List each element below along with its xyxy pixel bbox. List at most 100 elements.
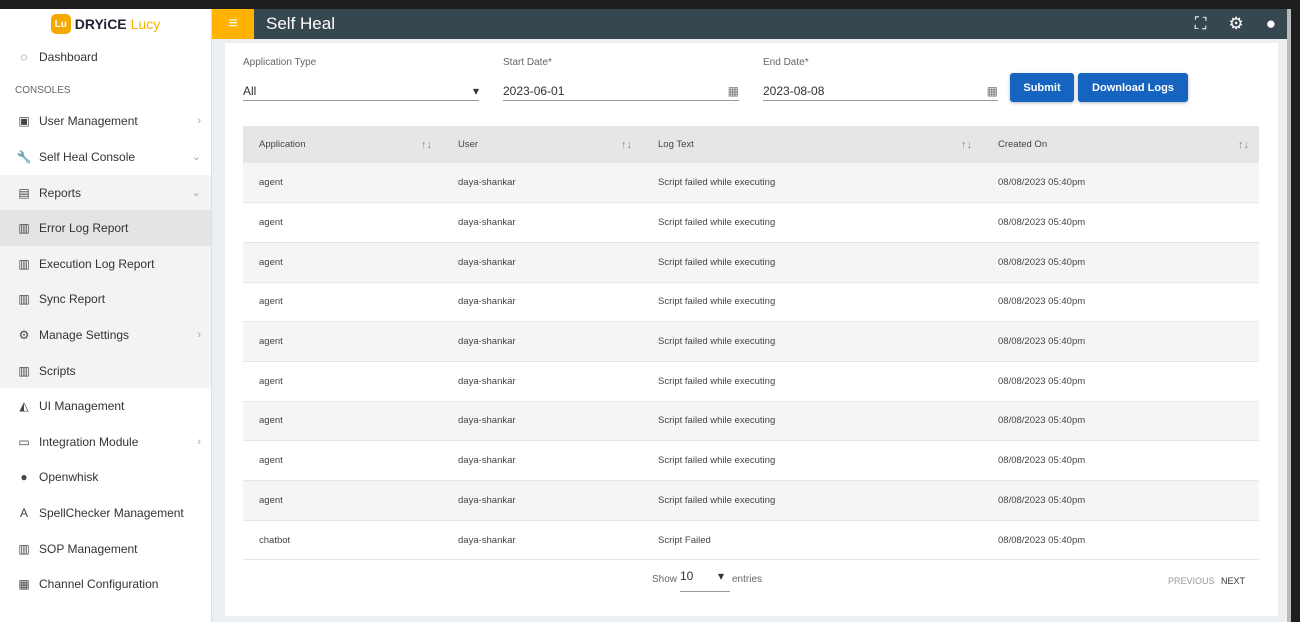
table-cell: daya-shankar (442, 401, 642, 442)
menu-toggle-button[interactable]: ≡ (212, 9, 254, 39)
table-cell: agent (243, 282, 442, 323)
file-icon: ▤ (18, 185, 30, 200)
chevron-icon: › (197, 115, 201, 128)
user-icon: ▣ (18, 114, 30, 129)
sort-icon[interactable]: ↑↓ (421, 139, 432, 151)
table-cell: chatbot (243, 520, 442, 561)
table-row[interactable]: agent daya-shankar Script failed while exe… (243, 361, 1259, 402)
sidebar-item-sync-report[interactable]: ▥ Sync Report (0, 281, 211, 318)
download-logs-button[interactable]: Download Logs (1078, 73, 1188, 102)
sidebar-item-reports[interactable]: ▤ Reports ⌄ (0, 174, 211, 211)
table-cell: daya-shankar (442, 202, 642, 243)
sidebar-item-label: SpellChecker Management (39, 505, 184, 520)
page-size-select[interactable]: 10 ▾ (680, 569, 730, 592)
table-cell: daya-shankar (442, 361, 642, 402)
previous-button[interactable]: PREVIOUS (1168, 576, 1215, 586)
end-date-input[interactable]: End Date* 2023-08-08 ▦ (763, 57, 998, 101)
table-row[interactable]: chatbot daya-shankar Script Failed 08/08/20… (243, 520, 1259, 561)
table-cell: daya-shankar (442, 440, 642, 481)
table-row[interactable]: agent daya-shankar Script failed while exe… (243, 242, 1259, 283)
dashboard-icon: ◌ (20, 49, 28, 64)
clipboard-icon: ▥ (18, 221, 30, 236)
table-cell: agent (243, 321, 442, 362)
sidebar-item-self-heal-console[interactable]: 🔧 Self Heal Console ⌄ (0, 139, 211, 175)
fullscreen-icon[interactable]: ⛶ (1195, 14, 1207, 34)
spellcheck-icon: A (19, 505, 28, 520)
table-row[interactable]: agent daya-shankar Script failed while exe… (243, 163, 1259, 204)
calendar-icon[interactable]: ▦ (728, 84, 739, 98)
sidebar-item-ui-management[interactable]: ◭ UI Management (0, 388, 211, 424)
start-date-input[interactable]: Start Date* 2023-06-01 ▦ (503, 57, 739, 101)
sidebar-item-label: Dashboard (39, 49, 98, 64)
account-icon[interactable]: ● (1266, 14, 1276, 34)
wrench-icon: 🔧 (16, 149, 32, 164)
table-row[interactable]: agent daya-shankar Script failed while exe… (243, 321, 1259, 362)
column-header[interactable]: Application ↑↓ (243, 126, 442, 163)
chevron-icon: › (197, 328, 201, 341)
table-cell: 08/08/2023 05:40pm (982, 242, 1259, 283)
table-cell: agent (243, 163, 442, 204)
application-type-select[interactable]: Application Type All ▾ (243, 57, 479, 101)
sidebar-item-label: SOP Management (39, 541, 138, 556)
table-cell: Script failed while executing (642, 202, 982, 243)
sidebar-item-scripts[interactable]: ▥ Scripts (0, 352, 211, 389)
clipboard-icon: ▥ (18, 363, 30, 378)
sidebar-item-error-log-report[interactable]: ▥ Error Log Report (0, 210, 211, 246)
gear-icon[interactable]: ⚙ (1228, 14, 1243, 34)
top-bar: ≡ Self Heal ⛶ ⚙ ● (212, 9, 1290, 39)
column-header[interactable]: User ↑↓ (442, 126, 642, 163)
table-cell: 08/08/2023 05:40pm (982, 282, 1259, 323)
sidebar-item-openwhisk[interactable]: ● Openwhisk (0, 460, 211, 496)
chevron-icon: › (197, 435, 201, 448)
sidebar: Lu DRYiCE Lucy ◌ Dashboard CONSOLES ▣ User Man… (0, 9, 212, 622)
brand-logo: Lu DRYiCE Lucy (0, 9, 211, 39)
sidebar-item-execution-log-report[interactable]: ▥ Execution Log Report (0, 245, 211, 282)
sidebar-item-label: Error Log Report (39, 221, 129, 236)
sort-icon[interactable]: ↑↓ (961, 139, 972, 151)
table-row[interactable]: agent daya-shankar Script failed while exe… (243, 401, 1259, 442)
sidebar-item-integration-module[interactable]: ▭ Integration Module › (0, 424, 211, 460)
table-cell: daya-shankar (442, 282, 642, 323)
grid-icon: ▦ (18, 577, 30, 592)
table-cell: agent (243, 242, 442, 283)
submit-button[interactable]: Submit (1010, 73, 1074, 102)
sidebar-item-spellchecker-management[interactable]: A SpellChecker Management (0, 495, 211, 531)
table-row[interactable]: agent daya-shankar Script failed while exe… (243, 440, 1259, 481)
table-cell: 08/08/2023 05:40pm (982, 480, 1259, 521)
column-header[interactable]: Log Text ↑↓ (642, 126, 982, 163)
sidebar-item-user-management[interactable]: ▣ User Management › (0, 104, 211, 140)
sidebar-item-dashboard[interactable]: ◌ Dashboard (0, 39, 211, 75)
table-row[interactable]: agent daya-shankar Script failed while exe… (243, 282, 1259, 323)
column-header[interactable]: Created On ↑↓ (982, 126, 1259, 163)
sort-icon[interactable]: ↑↓ (1238, 139, 1249, 151)
table-cell: Script failed while executing (642, 440, 982, 481)
chevron-icon: ⌄ (191, 187, 201, 200)
sidebar-item-sop-management[interactable]: ▥ SOP Management (0, 531, 211, 567)
sidebar-item-label: Scripts (39, 363, 76, 378)
gear-icon: ⚙ (18, 327, 30, 342)
chevron-icon: ⌄ (191, 151, 201, 164)
sidebar-item-channel-configuration[interactable]: ▦ Channel Configuration (0, 566, 211, 602)
table-cell: 08/08/2023 05:40pm (982, 163, 1259, 204)
table-cell: daya-shankar (442, 163, 642, 204)
section-heading: CONSOLES (15, 84, 71, 96)
table-cell: daya-shankar (442, 242, 642, 283)
sort-icon[interactable]: ↑↓ (621, 139, 632, 151)
paint-icon: ◭ (19, 399, 29, 414)
table-cell: 08/08/2023 05:40pm (982, 520, 1259, 561)
scrollbar[interactable] (1287, 9, 1291, 622)
table-cell: 08/08/2023 05:40pm (982, 361, 1259, 402)
table-cell: agent (243, 440, 442, 481)
table-row[interactable]: agent daya-shankar Script failed while exe… (243, 202, 1259, 243)
sidebar-item-label: Channel Configuration (39, 577, 159, 592)
table-cell: daya-shankar (442, 321, 642, 362)
log-table: Application ↑↓ User ↑↓ Log Text ↑↓ Created On ↑… (243, 126, 1259, 561)
sidebar-item-manage-settings[interactable]: ⚙ Manage Settings › (0, 317, 211, 353)
sidebar-item-label: Integration Module (39, 434, 139, 449)
clipboard-icon: ▥ (18, 292, 30, 307)
table-cell: Script failed while executing (642, 321, 982, 362)
calendar-icon[interactable]: ▦ (987, 84, 998, 98)
sidebar-item-label: Execution Log Report (39, 256, 155, 271)
table-row[interactable]: agent daya-shankar Script failed while exe… (243, 480, 1259, 521)
next-button[interactable]: NEXT (1221, 576, 1245, 586)
